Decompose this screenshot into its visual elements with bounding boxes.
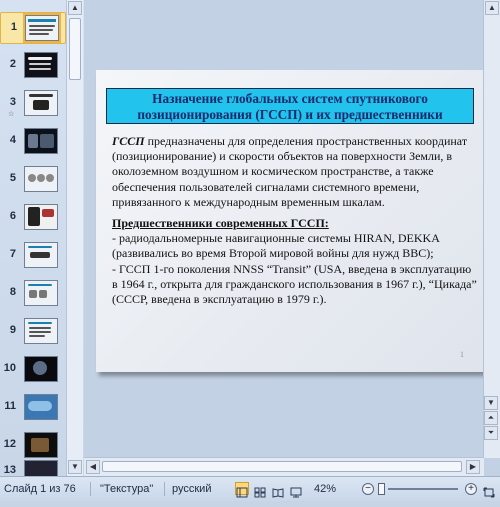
slide-thumbnail-number: 1 xyxy=(10,21,17,33)
slide-thumbnail-image xyxy=(24,166,58,192)
theme-name[interactable]: "Текстура" xyxy=(100,477,153,501)
thumbnail-scrollbar[interactable]: ▲ ▼ xyxy=(66,0,83,476)
slide-body-text[interactable]: ГССП предназначены для определения прост… xyxy=(112,134,478,307)
scroll-up-arrow-icon[interactable]: ▲ xyxy=(485,1,499,15)
slide-thumbnail-image xyxy=(24,128,58,154)
slide-thumbnail-image xyxy=(24,356,58,382)
predecessors-paragraph: Предшественники современных ГССП: - ради… xyxy=(112,216,478,307)
slide-title[interactable]: Назначение глобальных систем спутниковог… xyxy=(106,88,474,124)
predecessors-item-1: - радиодальномерные навигационные систем… xyxy=(112,231,440,261)
slide-thumbnail[interactable]: 2 xyxy=(0,50,66,82)
slide-thumbnail-number: 5 xyxy=(9,172,16,184)
slide-thumbnail-image xyxy=(23,13,61,43)
predecessors-item-2: - ГССП 1-го поколения NNSS “Transit” (US… xyxy=(112,261,477,307)
slide-thumbnail-number: 11 xyxy=(4,400,16,412)
slide-thumbnail-number: 10 xyxy=(3,362,16,374)
slide-thumbnail-image xyxy=(24,432,58,458)
slide-thumbnail[interactable]: 13 xyxy=(0,458,66,476)
normal-view-icon[interactable] xyxy=(235,482,249,498)
slide-thumbnail-image xyxy=(24,90,58,116)
status-bar: Слайд 1 из 76 "Текстура" русский 42% − + xyxy=(0,476,500,501)
slide-thumbnail-number: 3 xyxy=(9,96,16,108)
slide-thumbnail[interactable]: 5 xyxy=(0,164,66,196)
zoom-slider-handle[interactable] xyxy=(378,483,385,495)
zoom-out-icon[interactable]: − xyxy=(362,483,374,495)
scroll-down-arrow-icon[interactable]: ▼ xyxy=(484,396,498,410)
slide-counter: Слайд 1 из 76 xyxy=(4,483,76,495)
slide-thumbnail-image xyxy=(24,460,58,476)
slide-thumbnail-number: 7 xyxy=(9,248,16,260)
slide-thumbnail-number: 6 xyxy=(9,210,16,222)
slide-thumbnail[interactable]: 11 xyxy=(0,392,66,424)
slide-thumbnail[interactable]: 7 xyxy=(0,240,66,272)
slide-thumbnail-number: 12 xyxy=(3,438,16,450)
scroll-right-arrow-icon[interactable]: ▶ xyxy=(466,460,480,474)
slide-thumbnail-number: 13 xyxy=(3,464,16,476)
next-slide-icon[interactable]: ⏷ xyxy=(484,426,498,440)
scrollbar-thumb[interactable] xyxy=(69,18,81,80)
slide-thumbnail-image xyxy=(24,52,58,78)
previous-slide-icon[interactable]: ⏶ xyxy=(484,411,498,425)
slide-thumbnail-number: 2 xyxy=(9,58,16,70)
fit-to-window-icon[interactable] xyxy=(482,482,496,498)
editor-vertical-scrollbar[interactable]: ▲ ▼ ⏶ ⏷ xyxy=(483,0,500,458)
transition-star-icon: ☆ xyxy=(8,111,15,118)
definition-paragraph: ГССП предназначены для определения прост… xyxy=(112,134,478,210)
slide-thumbnail-number: 9 xyxy=(9,324,16,336)
slide-thumbnail[interactable]: 6 xyxy=(0,202,66,234)
slide-thumbnail-image xyxy=(24,204,58,230)
scroll-left-arrow-icon[interactable]: ◀ xyxy=(86,460,100,474)
slide-thumbnail[interactable]: 9 xyxy=(0,316,66,348)
slide-thumbnail[interactable]: 1 xyxy=(0,12,66,44)
slide-thumbnail-image xyxy=(24,318,58,344)
slide-editing-area[interactable]: Назначение глобальных систем спутниковог… xyxy=(84,0,500,476)
slide-thumbnail-image xyxy=(24,242,58,268)
definition-lead-term: ГССП xyxy=(112,134,145,148)
scrollbar-thumb[interactable] xyxy=(102,461,462,472)
zoom-slider[interactable] xyxy=(388,488,458,490)
slide-thumbnail[interactable]: 3 ☆ xyxy=(0,88,66,120)
slide-thumbnail-image xyxy=(24,394,58,420)
editor-horizontal-scrollbar[interactable]: ◀ ▶ xyxy=(84,457,484,476)
slide-sorter-view-icon[interactable] xyxy=(253,482,267,498)
zoom-level[interactable]: 42% xyxy=(314,477,336,501)
predecessors-heading: Предшественники современных ГССП: xyxy=(112,216,329,231)
slideshow-view-icon[interactable] xyxy=(289,482,303,498)
slide-thumbnail[interactable]: 8 xyxy=(0,278,66,310)
reading-view-icon[interactable] xyxy=(271,482,285,498)
scroll-down-arrow-icon[interactable]: ▼ xyxy=(68,460,82,474)
language-indicator[interactable]: русский xyxy=(172,477,211,501)
slide-thumbnail-image xyxy=(24,280,58,306)
slide-thumbnail-number: 4 xyxy=(9,134,16,146)
slide-thumbnail-number: 8 xyxy=(9,286,16,298)
definition-text: предназначены для определения пространст… xyxy=(112,134,468,209)
slide-canvas[interactable]: Назначение глобальных систем спутниковог… xyxy=(96,70,488,372)
scroll-up-arrow-icon[interactable]: ▲ xyxy=(68,1,82,15)
slide-thumbnail[interactable]: 10 xyxy=(0,354,66,386)
zoom-in-icon[interactable]: + xyxy=(465,483,477,495)
slide-thumbnail[interactable]: 4 xyxy=(0,126,66,158)
slide-page-number: 1 xyxy=(460,350,464,359)
slide-thumbnail-pane[interactable]: 1 2 3 ☆ 4 5 6 7 8 9 10 11 12 13 ▲ ▼ xyxy=(0,0,85,476)
